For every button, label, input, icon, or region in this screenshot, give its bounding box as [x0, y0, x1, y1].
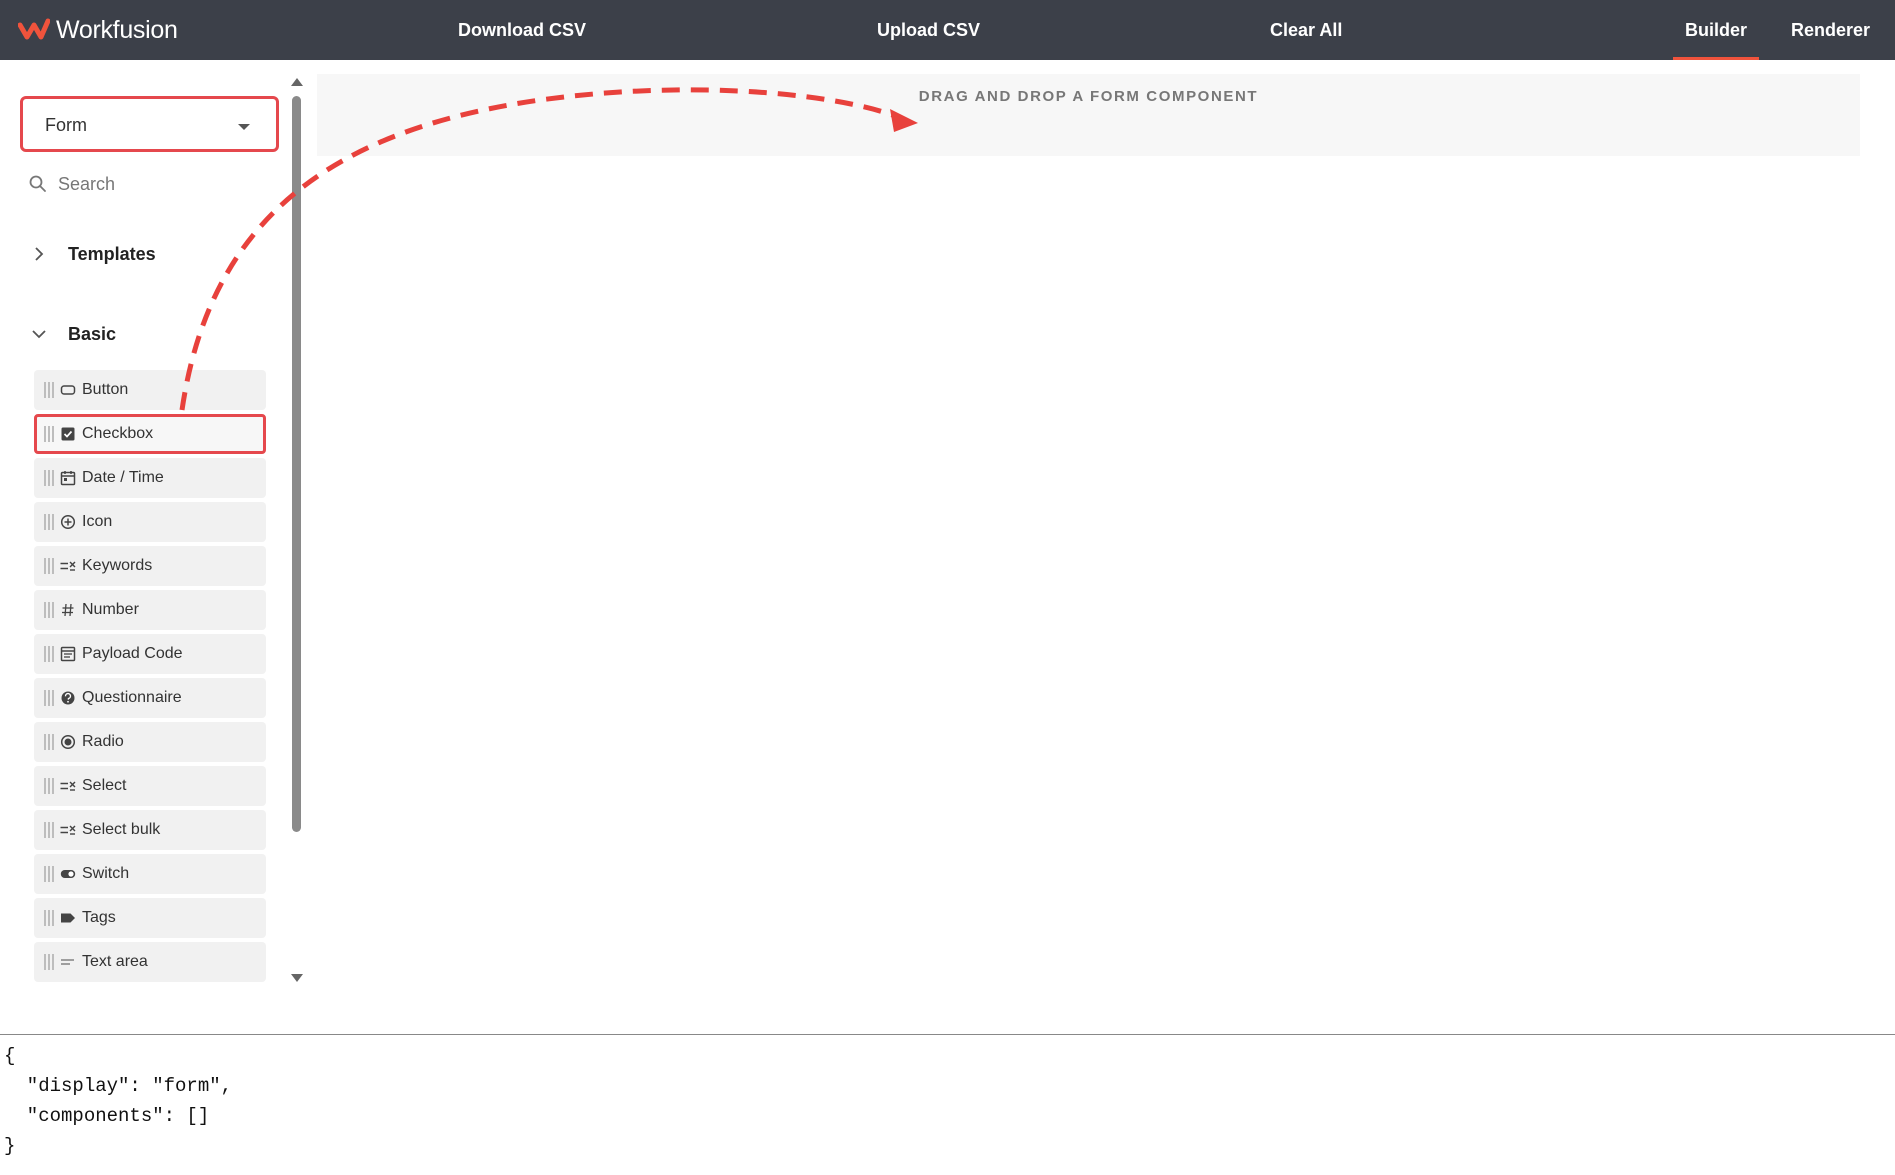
- tab-renderer[interactable]: Renderer: [1791, 0, 1870, 60]
- component-select-bulk[interactable]: Select bulk: [34, 810, 266, 850]
- drag-handle-icon[interactable]: [44, 734, 54, 750]
- hash-icon: [62, 603, 74, 617]
- component-sidebar: Form Templates Basic Button Checkbox: [0, 60, 310, 995]
- display-type-select[interactable]: Form: [20, 96, 279, 152]
- drag-handle-icon[interactable]: [44, 778, 54, 794]
- list-check-icon: [60, 781, 76, 791]
- question-circle-icon: [61, 691, 75, 705]
- json-output-panel[interactable]: { "display": "form", "components": [] }: [0, 1034, 1895, 1175]
- drag-handle-icon[interactable]: [44, 910, 54, 926]
- drag-handle-icon[interactable]: [44, 382, 54, 398]
- component-label: Number: [82, 601, 139, 618]
- scroll-up-arrow-icon[interactable]: [291, 78, 303, 86]
- brand-name: Workfusion: [56, 15, 178, 44]
- list-check-icon: [60, 825, 76, 835]
- component-label: Icon: [82, 513, 113, 530]
- component-label: Radio: [82, 733, 124, 750]
- component-tags[interactable]: Tags: [34, 898, 266, 938]
- component-search[interactable]: [28, 166, 278, 202]
- drag-handle-icon[interactable]: [44, 646, 54, 662]
- component-label: Tags: [82, 909, 116, 926]
- text-lines-icon: [61, 959, 74, 965]
- drop-zone-hint: DRAG AND DROP A FORM COMPONENT: [918, 88, 1259, 105]
- code-window-icon: [60, 646, 76, 662]
- search-icon: [29, 175, 46, 192]
- upload-csv-button[interactable]: Upload CSV: [877, 0, 980, 60]
- component-label: Questionnaire: [82, 689, 182, 706]
- component-label: Select: [82, 777, 127, 794]
- component-label: Payload Code: [82, 645, 183, 662]
- component-label: Select bulk: [82, 821, 161, 838]
- component-label: Text area: [82, 953, 148, 970]
- scroll-down-arrow-icon[interactable]: [291, 974, 303, 982]
- drag-handle-icon[interactable]: [44, 954, 54, 970]
- tab-builder[interactable]: Builder: [1672, 0, 1760, 60]
- component-questionnaire[interactable]: Questionnaire: [34, 678, 266, 718]
- button-icon: [60, 385, 76, 395]
- caret-down-icon: [238, 124, 250, 130]
- component-switch[interactable]: Switch: [34, 854, 266, 894]
- list-check-icon: [60, 561, 76, 571]
- top-bar: Workfusion Download CSV Upload CSV Clear…: [0, 0, 1895, 60]
- display-type-value: Form: [45, 115, 87, 135]
- component-payload-code[interactable]: Payload Code: [34, 634, 266, 674]
- component-icon[interactable]: Icon: [34, 502, 266, 542]
- component-button[interactable]: Button: [34, 370, 266, 410]
- chevron-down-icon: [32, 330, 46, 339]
- plus-circle-icon: [60, 514, 76, 530]
- sidebar-scrollbar[interactable]: [290, 78, 304, 982]
- drag-handle-icon[interactable]: [44, 866, 54, 882]
- clear-all-button[interactable]: Clear All: [1270, 0, 1342, 60]
- component-label: Button: [82, 381, 129, 398]
- group-templates-label: Templates: [68, 243, 156, 264]
- component-label: Date / Time: [82, 469, 164, 486]
- basic-component-list: Button Checkbox Date / Time Icon Keyword…: [34, 370, 266, 986]
- json-output: { "display": "form", "components": [] }: [4, 1045, 233, 1157]
- group-basic-label: Basic: [68, 323, 117, 344]
- download-csv-button[interactable]: Download CSV: [458, 0, 586, 60]
- component-date-time[interactable]: Date / Time: [34, 458, 266, 498]
- tag-icon: [61, 913, 75, 923]
- component-checkbox[interactable]: Checkbox: [34, 414, 266, 454]
- scrollbar-thumb[interactable]: [292, 96, 301, 832]
- radio-icon: [60, 734, 76, 750]
- workfusion-logo[interactable]: Workfusion: [18, 14, 178, 46]
- form-drop-zone[interactable]: DRAG AND DROP A FORM COMPONENT: [317, 74, 1860, 156]
- checkbox-icon: [61, 427, 75, 441]
- component-label: Switch: [82, 865, 130, 882]
- toggle-icon: [60, 870, 76, 878]
- group-basic[interactable]: Basic: [28, 316, 116, 352]
- drag-handle-icon[interactable]: [44, 690, 54, 706]
- drag-handle-icon[interactable]: [44, 558, 54, 574]
- drag-handle-icon[interactable]: [44, 822, 54, 838]
- drag-handle-icon[interactable]: [44, 426, 54, 442]
- calendar-icon: [60, 471, 76, 486]
- component-keywords[interactable]: Keywords: [34, 546, 266, 586]
- drag-handle-icon[interactable]: [44, 602, 54, 618]
- component-label: Keywords: [82, 557, 153, 574]
- component-radio[interactable]: Radio: [34, 722, 266, 762]
- group-templates[interactable]: Templates: [28, 236, 156, 272]
- component-select[interactable]: Select: [34, 766, 266, 806]
- chevron-right-icon: [35, 247, 44, 261]
- component-label: Checkbox: [82, 425, 154, 442]
- drag-handle-icon[interactable]: [44, 514, 54, 530]
- component-number[interactable]: Number: [34, 590, 266, 630]
- drag-handle-icon[interactable]: [44, 470, 54, 486]
- component-text-area[interactable]: Text area: [34, 942, 266, 982]
- search-input[interactable]: [58, 173, 258, 195]
- workfusion-logo-icon: [18, 18, 50, 40]
